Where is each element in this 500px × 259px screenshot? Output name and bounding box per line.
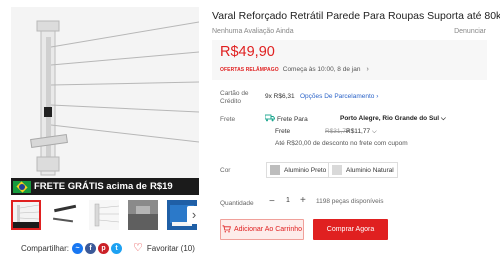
heart-icon: ♡ — [133, 242, 143, 254]
stock-available: 1198 peças disponíveis — [316, 198, 384, 205]
cart-icon — [222, 224, 231, 235]
thumbnail-strip: › — [11, 200, 201, 230]
credit-label-line2: Crédito — [220, 98, 241, 105]
shipping-label: Frete — [220, 116, 236, 123]
shipping-cost-label: Frete — [275, 128, 291, 135]
favorite-button[interactable]: ♡ Favoritar (10) — [133, 242, 195, 254]
share-bar: Compartilhar: ~ f p t — [21, 243, 124, 254]
flash-offer-tag: OFERTAS RELÂMPAGO — [220, 66, 279, 73]
truck-icon — [264, 114, 275, 122]
thumbnail-image — [13, 202, 39, 228]
pinterest-icon[interactable]: p — [98, 243, 110, 254]
thumbnail-3[interactable] — [89, 200, 119, 230]
credit-label-line1: Cartão de — [220, 90, 249, 97]
thumbnail-1[interactable] — [11, 200, 41, 230]
twitter-icon[interactable]: t — [111, 243, 123, 254]
color-option-label: Aluminio Preto — [284, 166, 327, 174]
product-main-image[interactable]: FRETE GRÁTIS acima de R$19 — [11, 7, 199, 195]
facebook-icon[interactable]: f — [85, 243, 97, 254]
share-label: Compartilhar: — [21, 244, 70, 253]
thumbnail-image — [128, 200, 158, 230]
credit-label: Cartão de Crédito — [220, 90, 249, 106]
color-option-label: Aluminio Natural — [346, 166, 394, 174]
free-shipping-banner: FRETE GRÁTIS acima de R$19 — [11, 178, 199, 195]
installments-value: 9x R$6,31 — [265, 93, 295, 100]
free-shipping-price: R$19 — [149, 181, 173, 192]
shipping-to-label: Frete Para — [277, 116, 308, 123]
installment-options-link[interactable]: Opções De Parcelamento › — [300, 93, 378, 100]
flash-offer-start: Começa às 10:00, 8 de jan — [282, 66, 361, 73]
quantity-value[interactable]: 1 — [286, 197, 290, 204]
quantity-label: Quantidade — [220, 200, 254, 207]
free-shipping-text: FRETE GRÁTIS acima de — [34, 181, 147, 192]
clothesline-photo — [11, 7, 199, 195]
buy-now-button[interactable]: Comprar Agora — [313, 219, 388, 240]
product-title: Varal Reforçado Retrátil Parede Para Rou… — [212, 10, 500, 22]
quantity-increase-button[interactable]: + — [300, 195, 306, 206]
shipping-discount-text: Até R$20,00 de desconto no frete com cup… — [275, 140, 408, 147]
chevron-right-icon: › — [366, 66, 369, 73]
price-value: R$49,90 — [220, 44, 275, 60]
messenger-icon[interactable]: ~ — [72, 243, 84, 254]
thumbnail-image — [89, 200, 119, 230]
thumbnail-2[interactable] — [50, 200, 80, 230]
price-box: R$49,90 OFERTAS RELÂMPAGO Começa às 10:0… — [212, 40, 487, 80]
quantity-decrease-button[interactable]: − — [269, 196, 275, 207]
favorite-label: Favoritar (10) — [146, 243, 195, 253]
thumbnail-next-arrow-icon[interactable]: › — [187, 206, 201, 224]
report-link[interactable]: Denunciar — [454, 28, 486, 35]
brazil-flag-icon — [13, 180, 31, 193]
shipping-new-price[interactable]: R$11,77 ⌵ — [346, 128, 377, 136]
color-option-aluminio-preto[interactable]: Aluminio Preto — [266, 162, 331, 178]
color-swatch — [270, 165, 280, 175]
add-to-cart-label: Adicionar Ao Carrinho — [233, 226, 303, 233]
rating-text: Nenhuma Avaliação Ainda — [212, 28, 294, 35]
color-label: Cor — [220, 167, 231, 174]
flash-offer-row[interactable]: OFERTAS RELÂMPAGO Começa às 10:00, 8 de … — [220, 66, 369, 73]
shipping-destination-select[interactable]: Porto Alegre, Rio Grande do Sul ⌵ — [340, 115, 446, 123]
color-swatch — [332, 165, 342, 175]
add-to-cart-button[interactable]: Adicionar Ao Carrinho — [220, 219, 304, 240]
color-option-aluminio-natural[interactable]: Aluminio Natural — [328, 162, 398, 178]
thumbnail-image — [50, 200, 80, 230]
thumbnail-4[interactable] — [128, 200, 158, 230]
